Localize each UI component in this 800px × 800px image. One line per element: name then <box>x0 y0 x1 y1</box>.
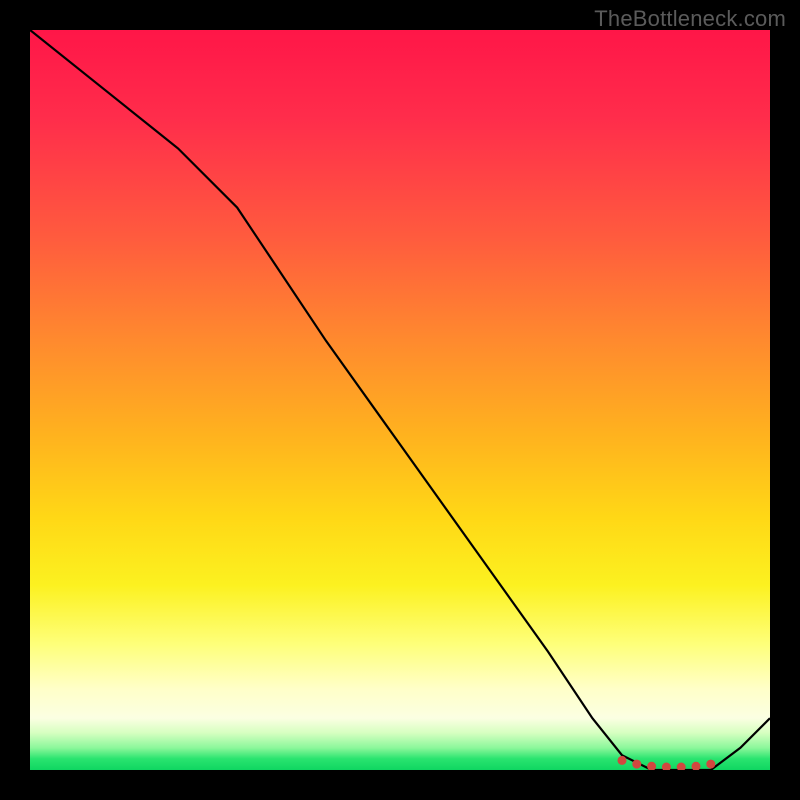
chart-container: TheBottleneck.com <box>0 0 800 800</box>
watermark: TheBottleneck.com <box>594 6 786 32</box>
plot-area <box>30 30 770 770</box>
bottleneck-curve <box>30 30 770 770</box>
